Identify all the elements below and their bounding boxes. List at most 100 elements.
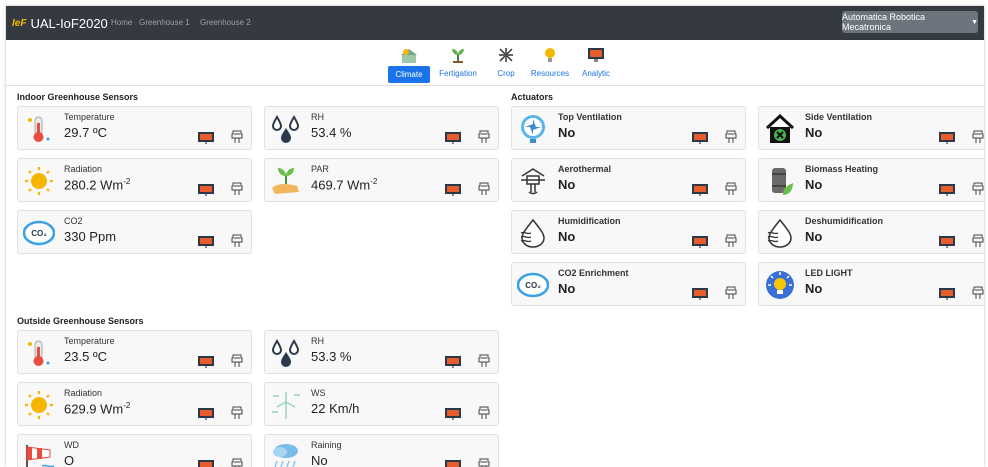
plug-icon[interactable]	[231, 406, 243, 420]
analytic-icon	[586, 46, 606, 64]
co2-cloud-icon: CO₂	[22, 216, 56, 250]
humidification-icon	[516, 216, 550, 250]
plug-icon[interactable]	[725, 234, 737, 248]
plug-icon[interactable]	[231, 458, 243, 467]
card-value: 29.7 ºC	[64, 125, 107, 140]
deshumidification-icon	[763, 216, 797, 250]
plug-icon[interactable]	[231, 354, 243, 368]
card-value-text: No	[558, 177, 576, 192]
sensor-card: Top Ventilation No	[511, 106, 746, 150]
nav-link-greenhouse-2[interactable]: Greenhouse 2	[200, 18, 251, 27]
plug-icon[interactable]	[478, 406, 490, 420]
card-label: RH	[311, 336, 324, 346]
card-value-text: No	[311, 453, 328, 467]
chart-monitor-icon[interactable]	[692, 235, 708, 248]
chart-monitor-icon[interactable]	[939, 287, 955, 300]
card-label: RH	[311, 112, 324, 122]
actuators-title: Actuators	[511, 92, 554, 102]
card-value-text: O	[64, 453, 75, 467]
card-label: WD	[64, 440, 79, 450]
chart-monitor-icon[interactable]	[198, 183, 214, 196]
outside-sensors-title: Outside Greenhouse Sensors	[17, 316, 144, 326]
plug-icon[interactable]	[478, 354, 490, 368]
chart-monitor-icon[interactable]	[445, 407, 461, 420]
plug-icon[interactable]	[972, 182, 984, 196]
chart-monitor-icon[interactable]	[198, 131, 214, 144]
user-menu-button[interactable]: Automatica Robotica Mecatronica ▼	[842, 11, 978, 33]
card-value: No	[805, 177, 822, 192]
tab-crop[interactable]: Crop	[484, 46, 528, 82]
chart-monitor-icon[interactable]	[939, 235, 955, 248]
plug-icon[interactable]	[725, 182, 737, 196]
card-value: No	[805, 125, 822, 140]
plug-icon[interactable]	[972, 130, 984, 144]
chart-monitor-icon[interactable]	[939, 183, 955, 196]
sensor-card: Humidification No	[511, 210, 746, 254]
tab-climate[interactable]: Climate	[387, 46, 431, 83]
card-label: Temperature	[64, 336, 115, 346]
card-value: 53.3 %	[311, 349, 351, 364]
chart-monitor-icon[interactable]	[198, 407, 214, 420]
sensor-card: WD O	[17, 434, 252, 467]
card-value-text: No	[558, 229, 576, 244]
plug-icon[interactable]	[972, 234, 984, 248]
nav-link-greenhouse-1[interactable]: Greenhouse 1	[139, 18, 190, 27]
svg-text:CO₂: CO₂	[525, 281, 541, 290]
plug-icon[interactable]	[972, 286, 984, 300]
card-value-text: 29.7 ºC	[64, 125, 108, 140]
card-label: Humidification	[558, 216, 621, 226]
water-drops-icon	[269, 112, 303, 146]
card-label: Radiation	[64, 388, 103, 398]
card-value: 23.5 ºC	[64, 349, 107, 364]
card-value: No	[558, 125, 575, 140]
chart-monitor-icon[interactable]	[939, 131, 955, 144]
plug-icon[interactable]	[478, 130, 490, 144]
plug-icon[interactable]	[231, 234, 243, 248]
tab-fertigation[interactable]: Fertigation	[436, 46, 480, 82]
tab-analytic[interactable]: Analytic	[574, 46, 618, 82]
brand-logo: IeF	[12, 17, 27, 29]
chart-monitor-icon[interactable]	[445, 183, 461, 196]
card-value: 53.4 %	[311, 125, 351, 140]
water-drops-icon	[269, 336, 303, 370]
sensor-card: Radiation 280.2 Wm-2	[17, 158, 252, 202]
brand-name: UAL-IoF2020	[30, 15, 108, 31]
card-label: CO2 Enrichment	[558, 268, 629, 278]
chart-monitor-icon[interactable]	[692, 183, 708, 196]
sensor-card: Radiation 629.9 Wm-2	[17, 382, 252, 426]
sensor-card: RH 53.3 %	[264, 330, 499, 374]
card-label: WS	[311, 388, 326, 398]
rain-cloud-icon	[269, 440, 303, 467]
chart-monitor-icon[interactable]	[692, 287, 708, 300]
card-value-text: 53.3 %	[311, 349, 352, 364]
plug-icon[interactable]	[231, 130, 243, 144]
chart-monitor-icon[interactable]	[198, 459, 214, 467]
tab-resources[interactable]: Resources	[528, 46, 572, 82]
chart-monitor-icon[interactable]	[198, 355, 214, 368]
sensor-card: WS 22 Km/h	[264, 382, 499, 426]
divider	[6, 85, 984, 86]
chart-monitor-icon[interactable]	[692, 131, 708, 144]
chart-monitor-icon[interactable]	[198, 235, 214, 248]
card-label: Aerothermal	[558, 164, 612, 174]
co2-cloud-icon: CO₂	[516, 268, 550, 302]
tab-climate-label: Climate	[388, 66, 430, 83]
plug-icon[interactable]	[231, 182, 243, 196]
card-value: No	[805, 281, 822, 296]
nav-link-home[interactable]: Home	[111, 18, 132, 27]
chart-monitor-icon[interactable]	[445, 131, 461, 144]
plug-icon[interactable]	[725, 286, 737, 300]
card-value: No	[311, 453, 328, 467]
card-value-text: No	[558, 125, 576, 140]
card-label: PAR	[311, 164, 329, 174]
plug-icon[interactable]	[725, 130, 737, 144]
house-fan-icon	[763, 112, 797, 146]
biomass-icon	[763, 164, 797, 198]
chart-monitor-icon[interactable]	[445, 459, 461, 467]
card-value-unit-exponent: -2	[123, 401, 131, 410]
brand[interactable]: IeF UAL-IoF2020	[12, 13, 108, 33]
card-label: Top Ventilation	[558, 112, 622, 122]
plug-icon[interactable]	[478, 458, 490, 467]
chart-monitor-icon[interactable]	[445, 355, 461, 368]
plug-icon[interactable]	[478, 182, 490, 196]
